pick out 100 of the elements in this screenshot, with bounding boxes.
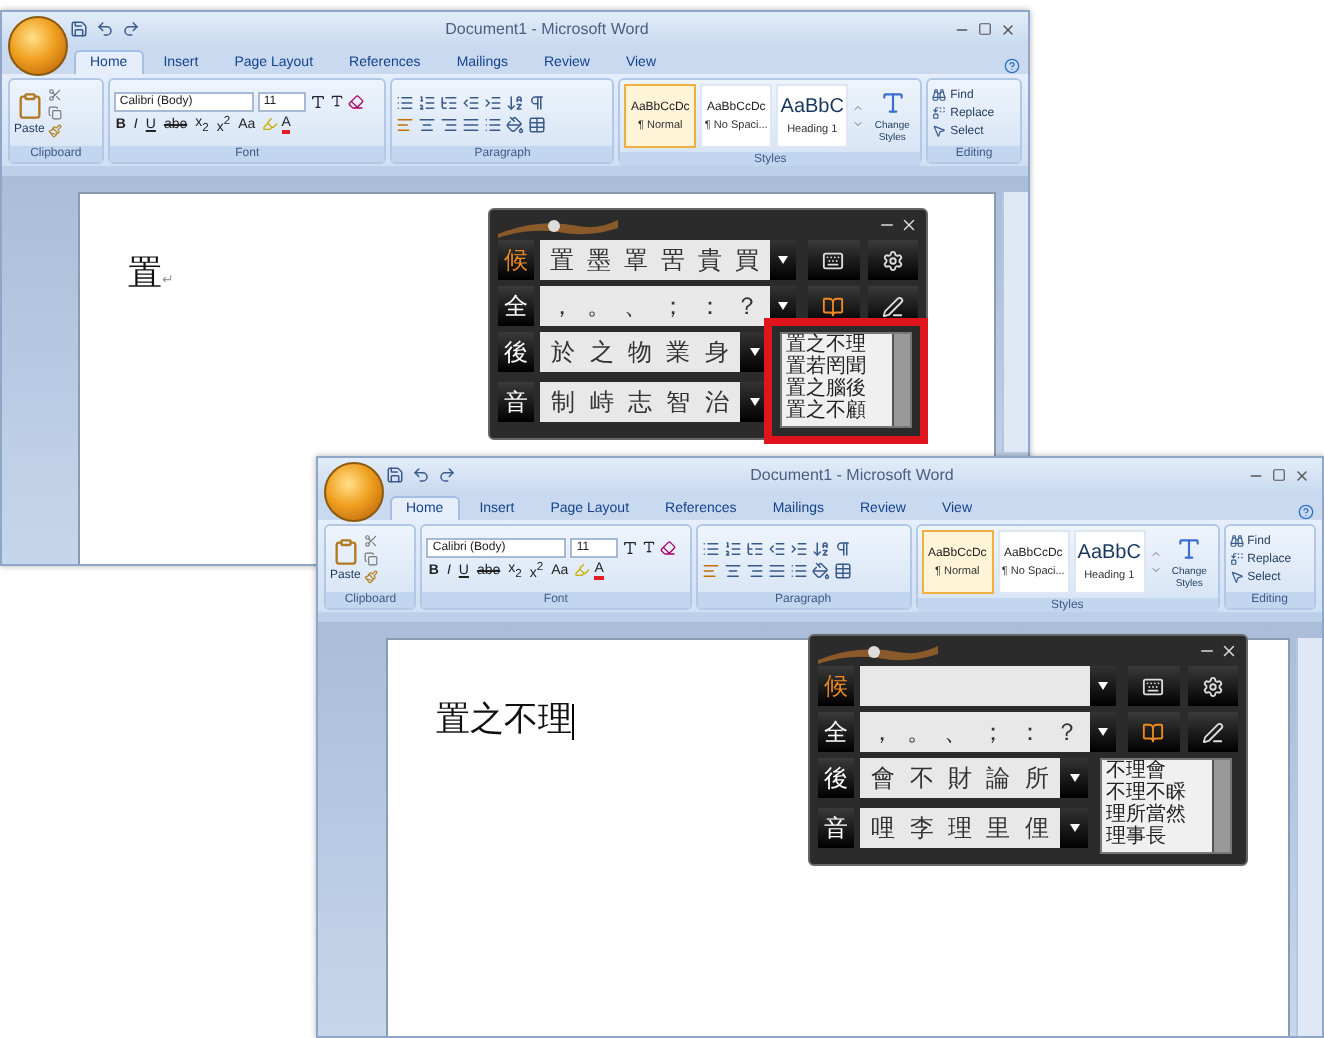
candidate-character[interactable]: 罟	[660, 243, 685, 277]
book-icon[interactable]	[822, 295, 845, 317]
pen-icon[interactable]	[1201, 721, 1224, 743]
pointer-icon[interactable]	[1229, 570, 1244, 584]
shading-icon[interactable]	[811, 561, 829, 579]
book-icon[interactable]	[1142, 721, 1165, 743]
increase-indent-icon[interactable]	[789, 539, 807, 557]
candidate-character[interactable]: 。	[906, 715, 931, 749]
eraser-icon[interactable]	[347, 93, 364, 110]
align-center-icon[interactable]	[418, 115, 437, 133]
multilevel-list-icon[interactable]	[440, 93, 459, 111]
scrollbar[interactable]	[1002, 192, 1028, 452]
candidate-character[interactable]: 罩	[623, 243, 648, 277]
candidate-character[interactable]: 志	[627, 385, 652, 419]
tool-button[interactable]	[1187, 666, 1238, 706]
borders-icon[interactable]	[528, 115, 547, 133]
candidate-character[interactable]: 業	[666, 335, 691, 369]
dropdown-button[interactable]	[1089, 712, 1117, 752]
candidate-character[interactable]: 會	[871, 761, 896, 795]
phrase-item[interactable]: 置之不理	[786, 334, 892, 356]
candidate-character[interactable]: 身	[704, 335, 729, 369]
settings-icon[interactable]	[1201, 675, 1224, 697]
copy-icon[interactable]	[364, 552, 379, 566]
candidate-character[interactable]: 置	[549, 243, 574, 277]
phrase-item[interactable]: 理所當然	[1106, 804, 1212, 826]
scissors-icon[interactable]	[48, 88, 63, 102]
phrase-item[interactable]: 置若罔聞	[786, 356, 892, 378]
candidate-character[interactable]: 於	[551, 335, 576, 369]
candidate-character[interactable]: 哩	[871, 811, 896, 845]
scissors-icon[interactable]	[364, 534, 379, 548]
clipboard-icon[interactable]	[15, 91, 44, 119]
numbered-list-icon[interactable]	[418, 93, 437, 111]
candidate-character[interactable]: ，	[549, 289, 574, 323]
align-left-icon[interactable]	[701, 561, 719, 579]
redo-icon[interactable]	[122, 20, 140, 38]
candidate-character[interactable]: 貴	[697, 243, 722, 277]
phrase-item[interactable]: 置之腦後	[786, 378, 892, 400]
bullet-list-icon[interactable]	[396, 93, 415, 111]
candidate-character[interactable]: 理	[947, 811, 972, 845]
multilevel-list-icon[interactable]	[745, 539, 763, 557]
dropdown-button[interactable]	[1060, 758, 1088, 798]
tool-button[interactable]	[1128, 712, 1180, 752]
paintbrush-icon[interactable]	[48, 124, 63, 138]
undo-icon[interactable]	[412, 466, 430, 484]
candidate-character[interactable]: ：	[697, 289, 722, 323]
candidate-character[interactable]: 、	[943, 715, 968, 749]
decrease-indent-icon[interactable]	[767, 539, 785, 557]
align-center-icon[interactable]	[723, 561, 741, 579]
candidate-character[interactable]: 、	[623, 289, 648, 323]
candidate-character[interactable]: 李	[909, 811, 934, 845]
candidate-character[interactable]: 峙	[589, 385, 614, 419]
clipboard-icon[interactable]	[331, 537, 360, 565]
save-icon[interactable]	[70, 20, 88, 38]
align-right-icon[interactable]	[745, 561, 763, 579]
close-icon[interactable]	[1294, 467, 1310, 483]
candidate-character[interactable]: 財	[947, 761, 972, 795]
increase-indent-icon[interactable]	[484, 93, 503, 111]
decrease-indent-icon[interactable]	[462, 93, 481, 111]
bullet-list-icon[interactable]	[701, 539, 719, 557]
tool-button[interactable]	[867, 240, 918, 280]
candidate-character[interactable]: 論	[986, 761, 1011, 795]
tool-button[interactable]	[1187, 712, 1238, 752]
keyboard-icon[interactable]	[1142, 675, 1165, 697]
candidate-character[interactable]: 。	[586, 289, 611, 323]
redo-icon[interactable]	[438, 466, 456, 484]
settings-icon[interactable]	[881, 249, 904, 271]
candidate-character[interactable]: 之	[589, 335, 614, 369]
candidate-character[interactable]: ；	[980, 715, 1005, 749]
help-icon[interactable]	[1004, 58, 1020, 74]
phrase-item[interactable]: 理事長	[1106, 826, 1212, 848]
close-icon[interactable]	[1000, 21, 1016, 37]
candidate-character[interactable]: 不	[909, 761, 934, 795]
phrase-item[interactable]: 不理不睬	[1106, 782, 1212, 804]
line-spacing-icon[interactable]	[789, 561, 807, 579]
candidate-character[interactable]: 里	[986, 811, 1011, 845]
shading-icon[interactable]	[506, 115, 525, 133]
justify-icon[interactable]	[462, 115, 481, 133]
maximize-icon[interactable]	[978, 22, 992, 36]
keyboard-icon[interactable]	[822, 249, 845, 271]
align-right-icon[interactable]	[440, 115, 459, 133]
candidate-character[interactable]: 墨	[586, 243, 611, 277]
candidate-character[interactable]: 物	[627, 335, 652, 369]
candidate-character[interactable]: ：	[1017, 715, 1042, 749]
pen-icon[interactable]	[881, 295, 904, 317]
binoculars-icon[interactable]	[1229, 534, 1244, 548]
pointer-icon[interactable]	[932, 124, 947, 138]
candidate-character[interactable]: 智	[666, 385, 691, 419]
align-left-icon[interactable]	[396, 115, 415, 133]
numbered-list-icon[interactable]	[723, 539, 741, 557]
candidate-character[interactable]: 買	[734, 243, 759, 277]
binoculars-icon[interactable]	[932, 88, 947, 102]
sort-icon[interactable]	[506, 93, 525, 111]
borders-icon[interactable]	[833, 561, 851, 579]
help-icon[interactable]	[1298, 504, 1314, 520]
eraser-icon[interactable]	[660, 539, 677, 556]
tool-button[interactable]	[1128, 666, 1180, 706]
dropdown-button[interactable]	[769, 240, 797, 280]
undo-icon[interactable]	[96, 20, 114, 38]
candidate-character[interactable]: ？	[734, 289, 759, 323]
maximize-icon[interactable]	[1272, 468, 1286, 482]
